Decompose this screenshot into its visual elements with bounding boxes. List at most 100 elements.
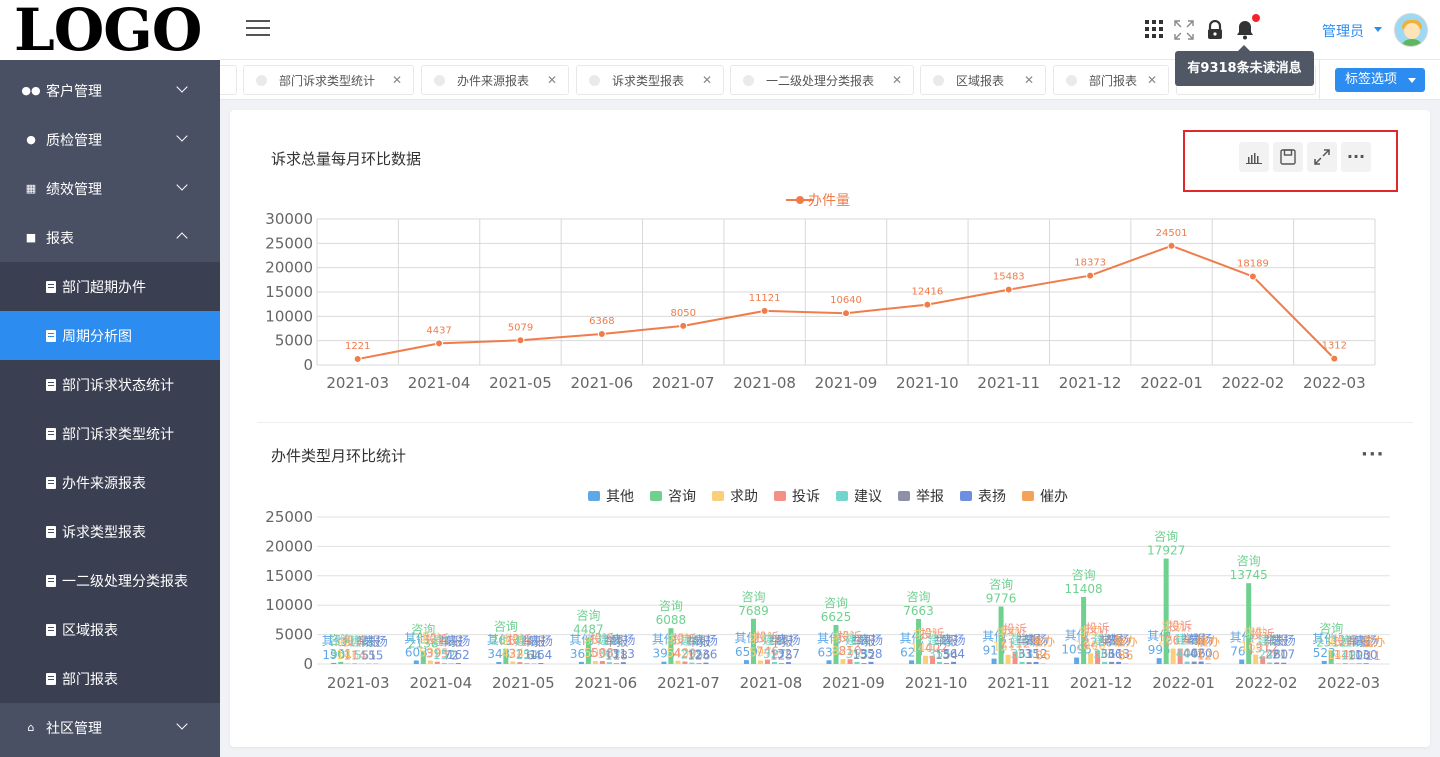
- bar-series-label: 表扬: [1272, 633, 1296, 648]
- bar: [696, 663, 702, 664]
- bar: [868, 661, 874, 664]
- bar: [1267, 662, 1273, 664]
- bar-value-label: 7689: [738, 604, 769, 618]
- bar: [620, 662, 626, 664]
- bar-series-label: 咨询: [824, 595, 848, 610]
- legend-label: 其他: [606, 489, 634, 505]
- x-tick-label: 2021-12: [1070, 674, 1133, 692]
- legend-swatch: [1022, 491, 1034, 501]
- bar: [778, 663, 784, 664]
- x-tick-label: 2021-03: [327, 674, 390, 692]
- legend-label: 投诉: [792, 489, 820, 505]
- legend-label: 催办: [1040, 489, 1068, 505]
- bar-value-label: 327: [777, 647, 800, 661]
- bar: [613, 663, 619, 664]
- bar-value-label: 217: [1272, 648, 1295, 662]
- bar-series-label: 咨询: [659, 598, 683, 613]
- bar: [1184, 661, 1190, 664]
- x-tick-label: 2021-10: [905, 674, 968, 692]
- bar: [854, 661, 860, 664]
- bar: [1040, 663, 1046, 664]
- bar-series-label: 催办: [1196, 633, 1220, 648]
- bar: [331, 662, 337, 664]
- bar-series-label: 表扬: [776, 632, 800, 647]
- bar-series-label: 催办: [1361, 634, 1385, 649]
- x-tick-label: 2021-09: [822, 674, 885, 692]
- bar-value-label: 6088: [656, 613, 687, 627]
- bar: [1342, 663, 1348, 664]
- x-tick-label: 2022-01: [1152, 674, 1215, 692]
- legend-swatch: [898, 491, 910, 501]
- y-tick-label: 20000: [265, 537, 313, 555]
- bar: [689, 662, 695, 664]
- bar: [538, 663, 544, 664]
- bar-series-label: 咨询: [989, 577, 1013, 592]
- bar: [1109, 661, 1115, 664]
- bar-series-label: 表扬: [529, 633, 553, 648]
- bar: [1349, 663, 1355, 664]
- bar: [352, 663, 358, 664]
- y-tick-label: 10000: [265, 596, 313, 614]
- bar-value-label: 17927: [1147, 544, 1185, 558]
- bar-series-label: 咨询: [1072, 567, 1096, 582]
- legend-swatch: [588, 491, 600, 501]
- legend-label: 举报: [916, 489, 944, 505]
- notification-tooltip: 有9318条未读消息: [1175, 45, 1314, 86]
- bar: [1363, 663, 1369, 664]
- bar: [909, 660, 915, 664]
- bar: [1156, 658, 1162, 664]
- bar-value-label: 13745: [1230, 568, 1268, 582]
- bar: [944, 663, 950, 664]
- bar: [771, 662, 777, 664]
- bar-value-label: 9776: [986, 592, 1017, 606]
- bar: [606, 662, 612, 664]
- bar: [455, 663, 461, 664]
- bar: [1102, 661, 1108, 664]
- bar: [1205, 663, 1211, 664]
- bar-value-label: 6625: [821, 610, 852, 624]
- bar-value-label: 86: [1035, 648, 1050, 662]
- bar-value-label: 86: [1118, 648, 1133, 662]
- legend-label: 建议: [854, 489, 882, 505]
- bar: [743, 660, 749, 664]
- y-tick-label: 25000: [265, 508, 313, 526]
- bar-series-label: 咨询: [494, 619, 518, 634]
- bar-series-label: 咨询: [907, 589, 931, 604]
- bar: [496, 661, 502, 664]
- bar: [578, 661, 584, 664]
- legend-label: 求助: [730, 489, 758, 505]
- x-tick-label: 2021-04: [409, 674, 472, 692]
- legend-swatch: [836, 491, 848, 501]
- bar: [1239, 659, 1245, 664]
- bar-value-label: 358: [860, 647, 883, 661]
- bar-series-label: 表扬: [364, 634, 388, 649]
- y-tick-label: 0: [303, 655, 313, 673]
- bar-series-label: 咨询: [1237, 553, 1261, 568]
- bar-value-label: 164: [529, 648, 552, 662]
- bar-value-label: 11408: [1065, 582, 1103, 596]
- bar-series-label: 表扬: [446, 633, 470, 648]
- bar: [524, 663, 530, 664]
- bar-series-label: 咨询: [1154, 529, 1178, 544]
- y-tick-label: 5000: [275, 626, 313, 644]
- x-tick-label: 2021-07: [657, 674, 720, 692]
- bar-series-label: 咨询: [1319, 620, 1343, 635]
- x-tick-label: 2021-05: [492, 674, 555, 692]
- bar: [1274, 662, 1280, 664]
- bar-series-label: 表扬: [859, 632, 883, 647]
- bar-chart: 0 5000 10000 15000 20000 25000 2021-03 2021-04 2…: [265, 489, 1390, 692]
- bar: [1123, 663, 1129, 664]
- x-tick-label: 2021-06: [575, 674, 638, 692]
- y-tick-label: 15000: [265, 567, 313, 585]
- bar: [861, 663, 867, 664]
- bar: [413, 660, 419, 664]
- bar: [1163, 558, 1169, 664]
- bar: [937, 661, 943, 664]
- bar: [1026, 662, 1032, 664]
- bar-value-label: 364: [942, 647, 965, 661]
- x-tick-label: 2022-02: [1235, 674, 1298, 692]
- bar: [441, 663, 447, 664]
- legend-swatch: [960, 491, 972, 501]
- bar-value-label: 120: [1197, 648, 1220, 662]
- legend-swatch: [774, 491, 786, 501]
